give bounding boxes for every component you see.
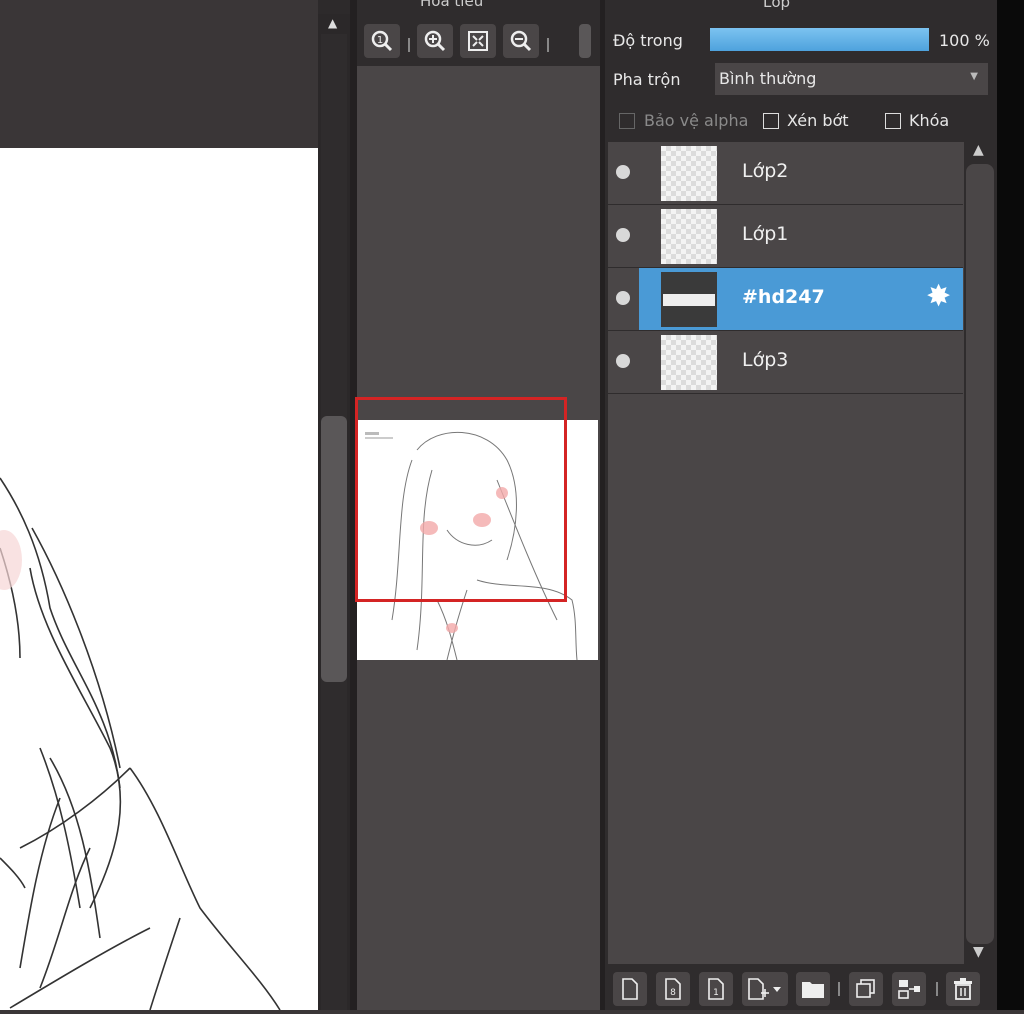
new-8bit-layer-icon: 8 [665,978,681,1000]
scroll-thumb[interactable] [966,164,994,944]
opacity-slider[interactable] [710,28,929,51]
scroll-up-arrow-icon[interactable]: ▲ [328,16,337,30]
lock-label: Khóa [909,111,950,130]
zoom-in-button[interactable] [417,24,453,58]
blend-mode-label: Pha trộn [613,70,681,89]
layer-row[interactable]: Lớp1 [608,205,963,268]
fit-screen-icon [468,31,488,51]
toolbar-scroll-handle[interactable] [579,24,591,58]
layer-name: Lớp3 [742,349,789,371]
delete-layer-button[interactable] [946,972,980,1006]
new-1bit-layer-button[interactable]: 1 [699,972,733,1006]
layer-row[interactable]: Lớp2 [608,142,963,205]
visibility-eye-icon[interactable] [616,165,630,179]
svg-text:1: 1 [377,35,383,46]
zoom-out-icon [510,30,532,52]
drawing-canvas[interactable] [0,148,318,1011]
gear-icon[interactable]: ✸ [926,282,951,312]
duplicate-layer-icon [856,979,875,998]
layer-list-scrollbar[interactable]: ▲ ▼ [964,142,996,964]
layer-thumbnail [661,146,717,201]
window-edge [997,0,1024,1010]
protect-alpha-label: Bảo vệ alpha [644,111,749,130]
sketch-lines [0,477,281,1011]
new-1bit-layer-icon: 1 [708,978,724,1000]
protect-alpha-checkbox[interactable] [619,113,635,129]
zoom-reset-icon: 1 [371,30,393,52]
visibility-eye-icon[interactable] [616,354,630,368]
layer-row-selected[interactable]: #hd247 ✸ [608,268,963,331]
scroll-up-arrow-icon[interactable]: ▲ [973,142,984,158]
lock-checkbox[interactable] [885,113,901,129]
layer-thumbnail [661,209,717,264]
opacity-value: 100 % [939,31,990,50]
layer-panel-title: Lớp [763,0,791,11]
toolbar-separator [547,38,549,52]
new-folder-button[interactable] [796,972,830,1006]
svg-text:8: 8 [670,988,676,998]
add-layer-menu-icon [748,978,781,1000]
layer-panel-header: Lớp [605,0,997,16]
navigator-header: Hoa tieu [357,0,600,14]
layer-toolbar: 8 1 [605,964,997,1010]
layer-name: Lớp1 [742,223,789,245]
merge-layer-icon [898,980,920,999]
layer-row[interactable]: Lớp3 [608,331,963,394]
chevron-down-icon: ▼ [970,71,978,82]
canvas-background [0,0,318,148]
toolbar-separator [838,982,840,996]
layer-name: Lớp2 [742,160,789,182]
merge-layer-button[interactable] [892,972,926,1006]
blend-mode-value: Bình thường [719,69,817,88]
blend-mode-select[interactable]: Bình thường ▼ [715,63,988,95]
svg-text:1: 1 [713,988,719,998]
trash-icon [954,978,972,1000]
visibility-eye-icon[interactable] [616,291,630,305]
navigator-title: Hoa tieu [420,0,484,10]
navigator-view-frame[interactable] [355,397,567,602]
layer-list: Lớp2 Lớp1 #hd247 ✸ Lớp3 [608,142,964,964]
clipping-label: Xén bớt [787,111,849,130]
new-8bit-layer-button[interactable]: 8 [656,972,690,1006]
clipping-checkbox[interactable] [763,113,779,129]
new-layer-icon [622,978,638,1000]
layer-thumbnail [661,335,717,390]
new-layer-button[interactable] [613,972,647,1006]
zoom-out-button[interactable] [503,24,539,58]
fit-screen-button[interactable] [460,24,496,58]
toolbar-separator [408,38,410,52]
add-layer-menu-button[interactable] [742,972,788,1006]
duplicate-layer-button[interactable] [849,972,883,1006]
toolbar-separator [936,982,938,996]
zoom-reset-button[interactable]: 1 [364,24,400,58]
scroll-thumb[interactable] [321,416,347,682]
canvas-vertical-scrollbar[interactable]: ▲ [318,14,350,1010]
zoom-in-icon [424,30,446,52]
layer-name: #hd247 [742,286,825,308]
visibility-eye-icon[interactable] [616,228,630,242]
scroll-down-arrow-icon[interactable]: ▼ [973,944,984,960]
navigator-toolbar: 1 [357,14,600,66]
folder-icon [802,982,824,998]
layer-thumbnail [661,272,717,327]
opacity-label: Độ trong [613,31,683,50]
